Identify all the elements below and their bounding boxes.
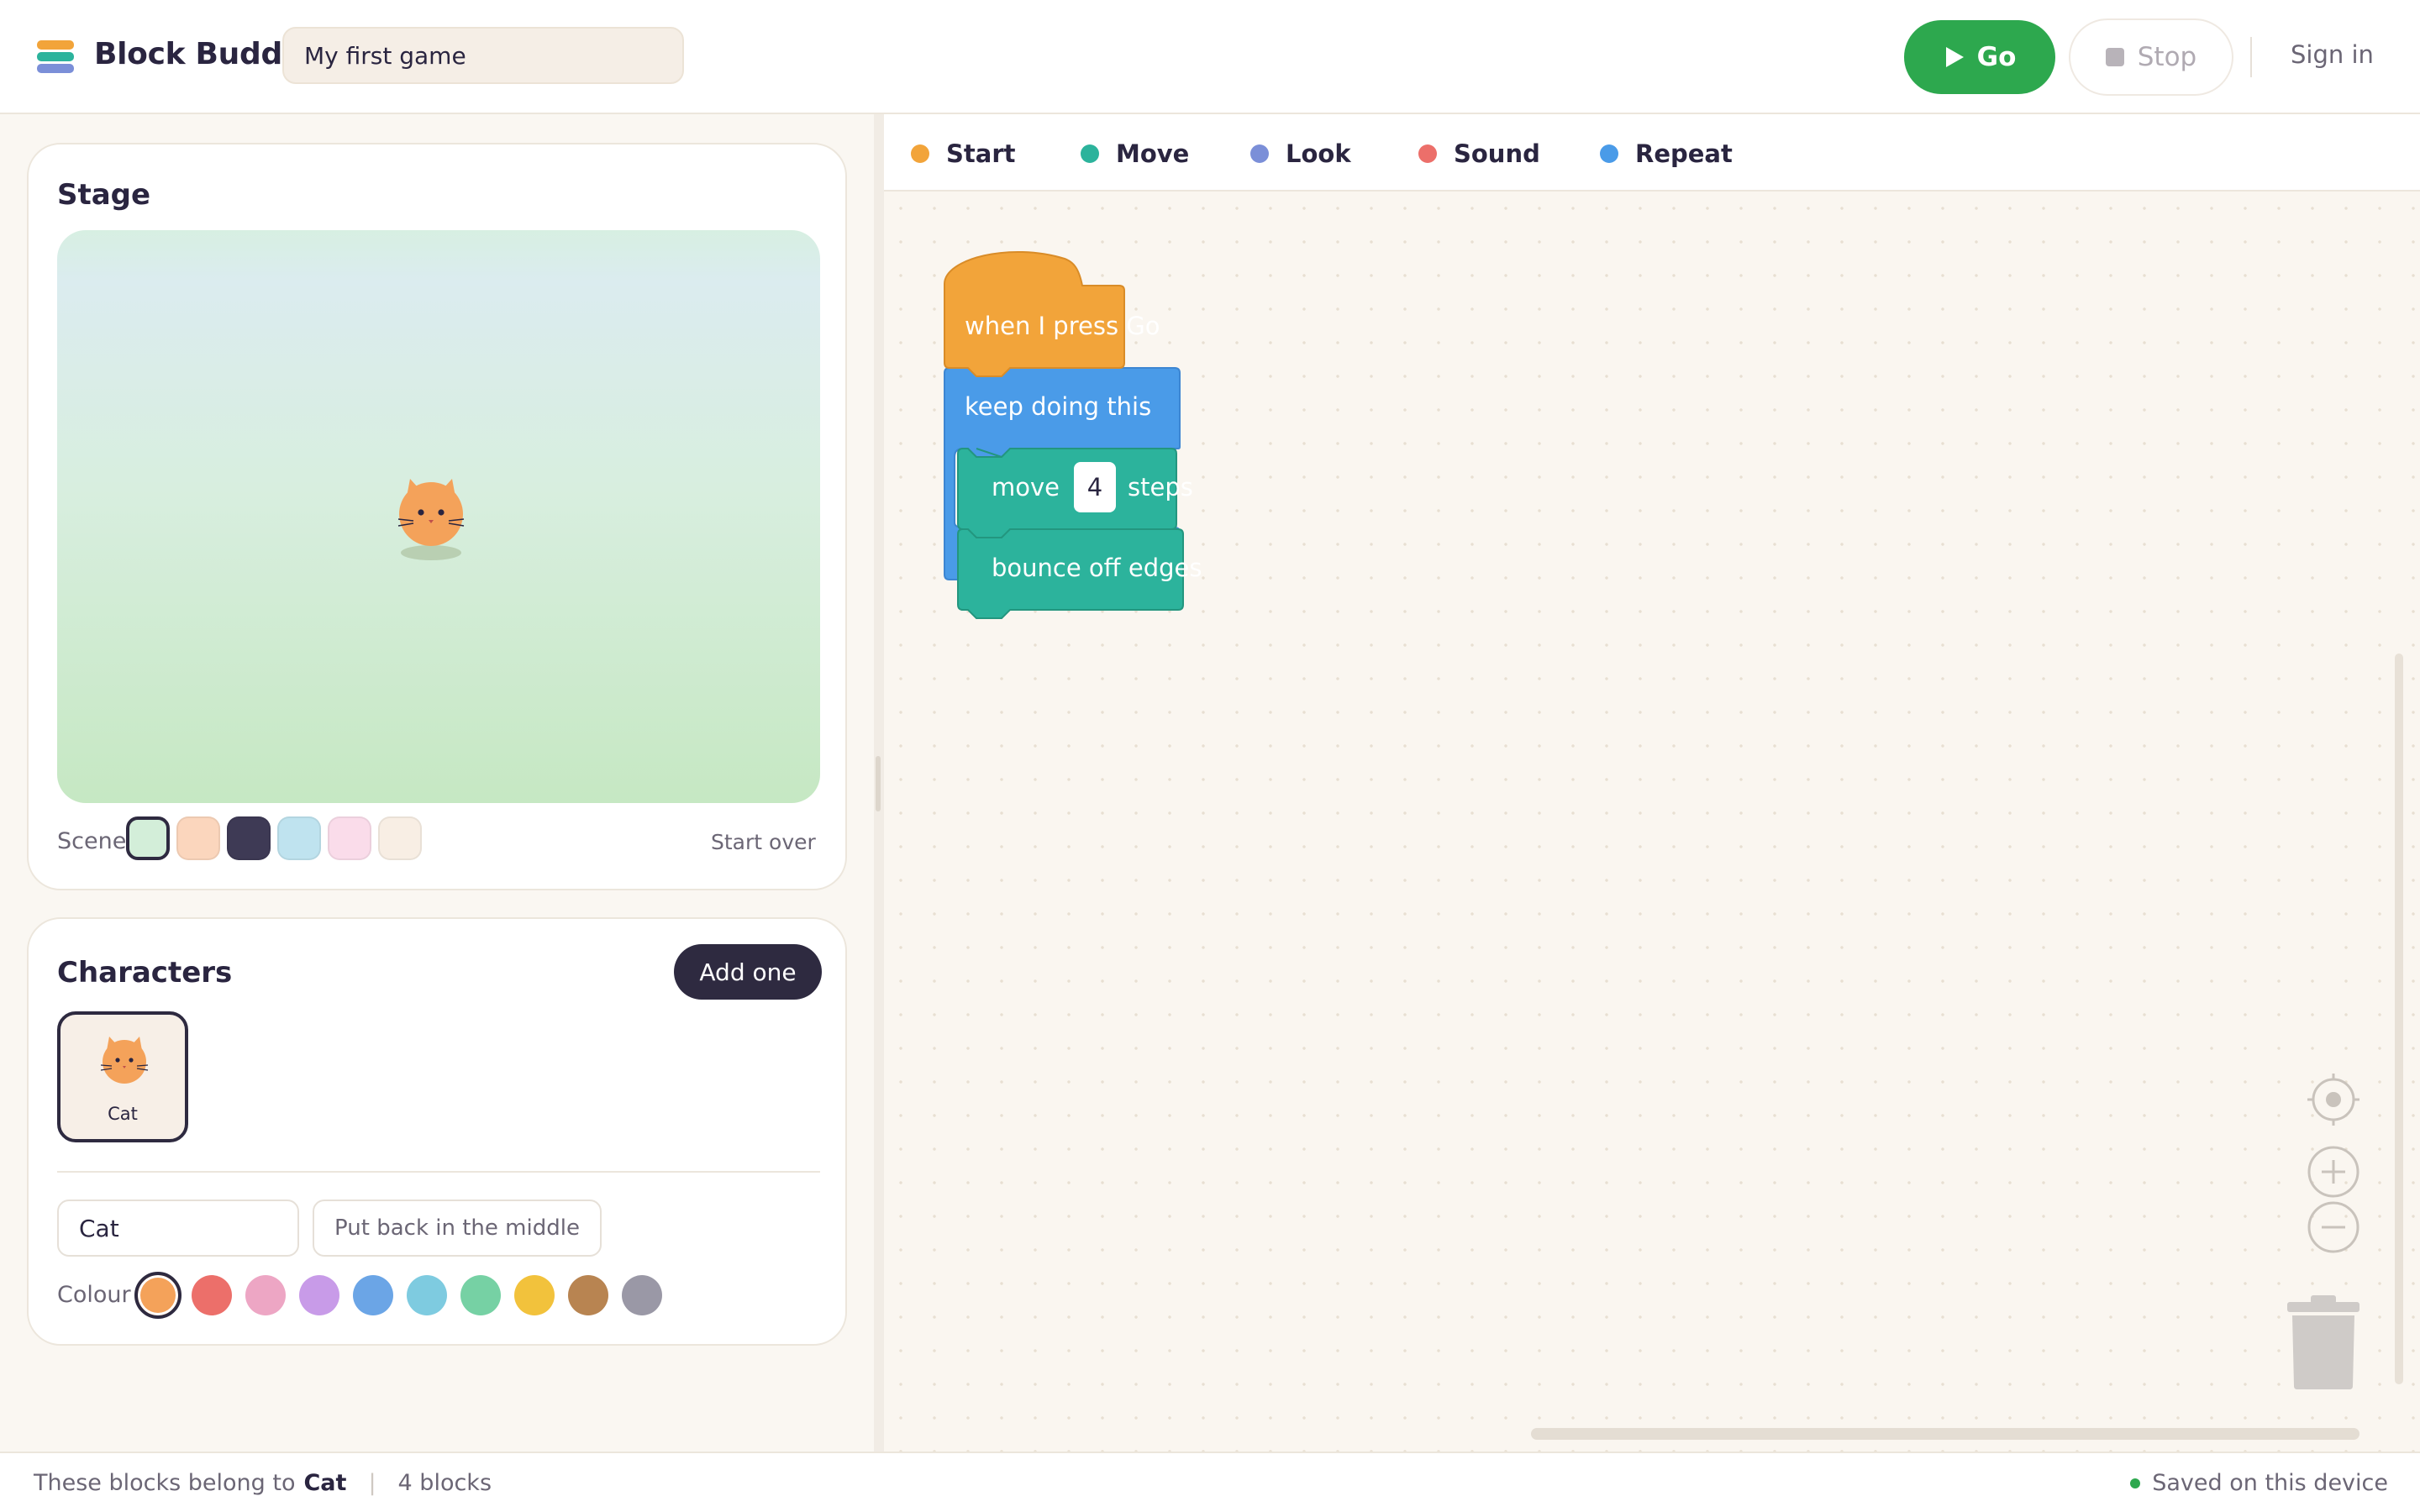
go-button-label: Go bbox=[1976, 42, 2017, 72]
block-workspace[interactable]: when I press Go keep doing this move 4 s… bbox=[884, 192, 2420, 1452]
divider bbox=[57, 1171, 820, 1173]
zoom-out-icon[interactable] bbox=[2306, 1200, 2361, 1255]
category-start-label: Start bbox=[946, 139, 1016, 168]
start-over-button[interactable]: Start over bbox=[711, 830, 816, 854]
colour-swatch[interactable] bbox=[460, 1275, 501, 1315]
category-look[interactable]: Look bbox=[1250, 139, 1351, 168]
colour-swatch[interactable] bbox=[514, 1275, 555, 1315]
add-character-button[interactable]: Add one bbox=[674, 944, 822, 1000]
top-bar: Block Buddy Go Stop Sign in bbox=[0, 0, 2420, 114]
category-sound-dot bbox=[1418, 144, 1437, 163]
save-status: Saved on this device bbox=[2130, 1470, 2388, 1496]
category-start-dot bbox=[911, 144, 929, 163]
category-repeat-label: Repeat bbox=[1635, 139, 1733, 168]
hat-block-label: when I press Go bbox=[965, 312, 1160, 340]
category-repeat[interactable]: Repeat bbox=[1600, 139, 1733, 168]
scene-swatch[interactable] bbox=[227, 816, 271, 860]
stop-button-label: Stop bbox=[2137, 42, 2197, 72]
move-block-prefix: move bbox=[992, 473, 1060, 501]
status-bar: These blocks belong to Cat | 4 blocks Sa… bbox=[0, 1452, 2420, 1512]
zoom-in-icon[interactable] bbox=[2306, 1144, 2361, 1200]
block-category-bar: Start Move Look Sound Repeat bbox=[884, 114, 2420, 192]
belongs-prefix: These blocks belong to bbox=[34, 1470, 296, 1496]
play-icon bbox=[1945, 47, 1964, 67]
colour-swatch[interactable] bbox=[568, 1275, 608, 1315]
repeat-block-label: keep doing this bbox=[965, 392, 1151, 421]
colour-swatch[interactable] bbox=[299, 1275, 339, 1315]
cat-icon bbox=[100, 1037, 149, 1084]
recenter-icon[interactable] bbox=[2306, 1072, 2361, 1127]
colour-swatch[interactable] bbox=[192, 1275, 232, 1315]
block-owner-status: These blocks belong to Cat | 4 blocks bbox=[34, 1470, 492, 1496]
category-move[interactable]: Move bbox=[1081, 139, 1189, 168]
project-name-input[interactable] bbox=[282, 27, 684, 84]
colour-label: Colour bbox=[57, 1282, 131, 1308]
move-block-suffix: steps bbox=[1128, 473, 1193, 501]
scene-swatch[interactable] bbox=[126, 816, 170, 860]
vertical-scrollbar[interactable] bbox=[2395, 654, 2403, 1384]
block-owner-name: Cat bbox=[303, 1470, 347, 1496]
bounce-block-label: bounce off edges bbox=[992, 554, 1202, 582]
status-separator: | bbox=[368, 1470, 376, 1496]
category-sound[interactable]: Sound bbox=[1418, 139, 1540, 168]
colour-swatch[interactable] bbox=[353, 1275, 393, 1315]
horizontal-scrollbar[interactable] bbox=[1531, 1428, 2360, 1440]
category-look-dot bbox=[1250, 144, 1269, 163]
category-sound-label: Sound bbox=[1454, 139, 1540, 168]
colour-swatch[interactable] bbox=[407, 1275, 447, 1315]
category-move-dot bbox=[1081, 144, 1099, 163]
scene-swatch[interactable] bbox=[328, 816, 371, 860]
move-steps-value[interactable]: 4 bbox=[1087, 473, 1102, 501]
stage-title: Stage bbox=[57, 178, 151, 212]
sign-in-link[interactable]: Sign in bbox=[2291, 40, 2374, 69]
trash-icon[interactable] bbox=[2287, 1295, 2360, 1389]
colour-swatch[interactable] bbox=[245, 1275, 286, 1315]
scene-swatch[interactable] bbox=[378, 816, 422, 860]
script-blocks: when I press Go keep doing this move 4 s… bbox=[944, 250, 1202, 619]
saved-status-label: Saved on this device bbox=[2152, 1470, 2388, 1496]
character-tile-label: Cat bbox=[108, 1104, 138, 1124]
scene-swatch[interactable] bbox=[176, 816, 220, 860]
category-move-label: Move bbox=[1116, 139, 1190, 168]
category-repeat-dot bbox=[1600, 144, 1618, 163]
category-start[interactable]: Start bbox=[911, 139, 1015, 168]
characters-title: Characters bbox=[57, 956, 233, 990]
colour-swatch[interactable] bbox=[134, 1272, 182, 1319]
block-buddy-logo-icon bbox=[37, 39, 74, 76]
stage-cat-sprite[interactable] bbox=[393, 474, 469, 566]
character-name-input[interactable] bbox=[57, 1200, 299, 1257]
stop-button[interactable]: Stop bbox=[2069, 18, 2233, 96]
category-look-label: Look bbox=[1286, 139, 1351, 168]
put-back-in-middle-button[interactable]: Put back in the middle bbox=[313, 1200, 602, 1257]
scene-label: Scene bbox=[57, 828, 127, 854]
app-title: Block Buddy bbox=[94, 37, 302, 71]
stop-icon bbox=[2105, 48, 2124, 66]
colour-swatch[interactable] bbox=[622, 1275, 662, 1315]
character-tile-cat[interactable]: Cat bbox=[57, 1011, 188, 1142]
go-button[interactable]: Go bbox=[1904, 20, 2055, 94]
stage-panel: Stage Scene Start over bbox=[27, 143, 847, 890]
toolbar-divider bbox=[2250, 37, 2252, 77]
stage-canvas[interactable] bbox=[57, 230, 820, 803]
characters-panel: Characters Add one Cat Put back in the m… bbox=[27, 917, 847, 1346]
block-count: 4 blocks bbox=[397, 1470, 492, 1496]
saved-indicator-icon bbox=[2130, 1478, 2141, 1488]
scene-swatch[interactable] bbox=[277, 816, 321, 860]
splitter-handle[interactable] bbox=[876, 756, 881, 811]
